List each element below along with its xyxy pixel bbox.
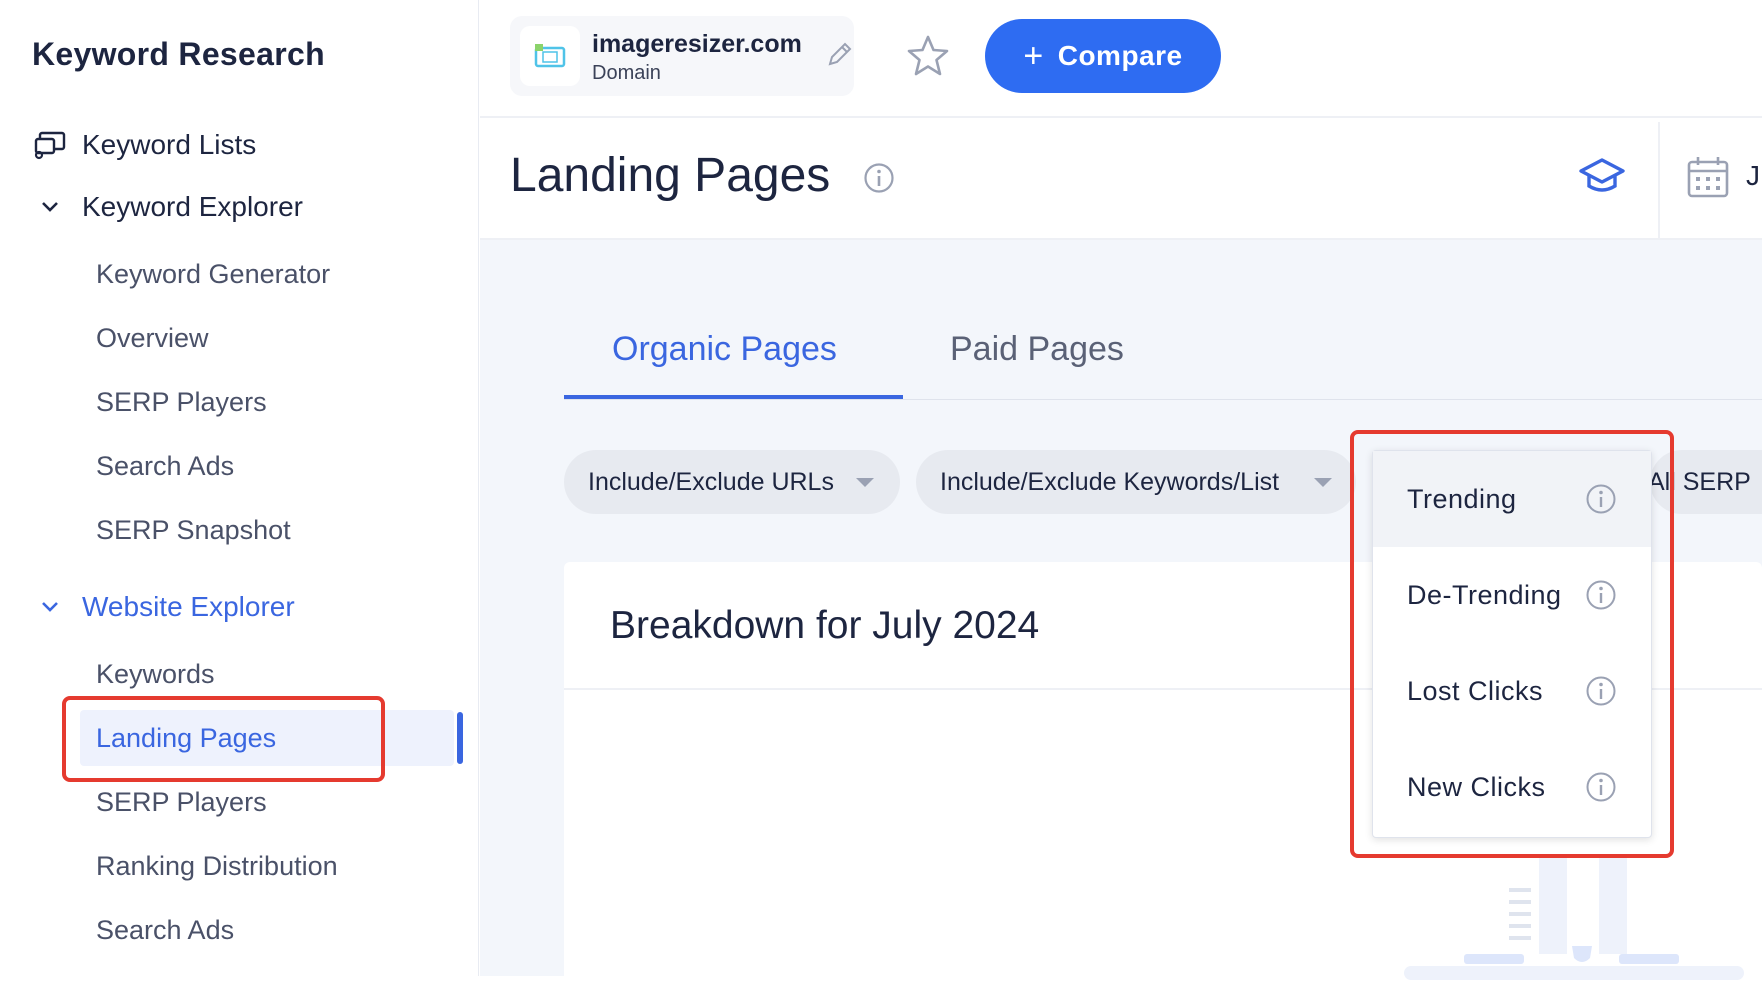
compare-label: Compare	[1057, 40, 1183, 71]
sidebar-item-label: Keyword Explorer	[82, 191, 303, 222]
sidebar-item-label: Keyword Lists	[82, 129, 257, 160]
tab-paid-pages[interactable]: Paid Pages	[950, 330, 1124, 369]
domain-type-label: Domain	[592, 62, 661, 84]
highlight-box-landing-pages	[62, 696, 385, 782]
header-divider	[1658, 122, 1660, 238]
sidebar-item-label: Website Explorer	[82, 591, 295, 622]
edit-pencil-icon[interactable]	[824, 40, 854, 75]
highlight-box-dropdown	[1350, 430, 1674, 858]
academy-cap-icon[interactable]	[1579, 156, 1625, 203]
domain-favicon-icon	[520, 26, 580, 86]
breakdown-title: Breakdown for July 2024	[610, 604, 1040, 647]
sidebar-item-serp-snapshot[interactable]: SERP Snapshot	[96, 510, 291, 550]
top-bar: imageresizer.com Domain + Compare	[480, 0, 1762, 118]
sidebar-item-search-ads-website[interactable]: Search Ads	[96, 910, 234, 950]
plus-icon: +	[1023, 36, 1044, 75]
sidebar-item-search-ads[interactable]: Search Ads	[96, 446, 234, 486]
filter-label: Include/Exclude Keywords/List	[940, 467, 1280, 496]
sidebar-item-ranking-distribution[interactable]: Ranking Distribution	[96, 846, 338, 886]
active-tab-underline	[564, 395, 903, 399]
sidebar-item-keyword-lists[interactable]: Keyword Lists	[32, 125, 256, 165]
compare-button[interactable]: + Compare	[985, 19, 1221, 93]
filter-label: Include/Exclude URLs	[588, 467, 834, 496]
chevron-down-icon	[32, 589, 68, 625]
domain-name: imageresizer.com	[592, 30, 802, 58]
sidebar-title: Keyword Research	[32, 36, 325, 72]
page-title: Landing Pages	[510, 149, 831, 202]
sidebar-item-keyword-explorer[interactable]: Keyword Explorer	[32, 187, 303, 227]
sidebar-item-serp-players-website[interactable]: SERP Players	[96, 782, 267, 822]
tab-organic-pages[interactable]: Organic Pages	[612, 330, 837, 369]
date-range-label[interactable]: J	[1746, 160, 1760, 192]
info-icon[interactable]	[863, 162, 895, 199]
chevron-down-icon	[32, 189, 68, 225]
star-icon[interactable]	[905, 34, 951, 83]
caret-down-icon	[856, 478, 874, 487]
sidebar-item-website-explorer[interactable]: Website Explorer	[32, 587, 295, 627]
active-item-indicator	[457, 712, 463, 764]
caret-down-icon	[1314, 478, 1332, 487]
tabs-baseline	[564, 399, 1762, 400]
sidebar-item-serp-players[interactable]: SERP Players	[96, 382, 267, 422]
sidebar: Keyword Research Keyword Lists Keyword E…	[0, 0, 479, 976]
sidebar-item-keywords[interactable]: Keywords	[96, 654, 215, 694]
calendar-icon[interactable]	[1686, 154, 1730, 205]
domain-chip[interactable]: imageresizer.com Domain	[510, 16, 854, 96]
page-header: Landing Pages J	[480, 118, 1762, 240]
sidebar-item-overview[interactable]: Overview	[96, 318, 209, 358]
include-exclude-urls-dropdown[interactable]: Include/Exclude URLs	[564, 450, 900, 514]
include-exclude-keywords-dropdown[interactable]: Include/Exclude Keywords/List	[916, 450, 1356, 514]
keyword-list-icon	[32, 127, 68, 163]
sidebar-item-keyword-generator[interactable]: Keyword Generator	[96, 254, 330, 294]
